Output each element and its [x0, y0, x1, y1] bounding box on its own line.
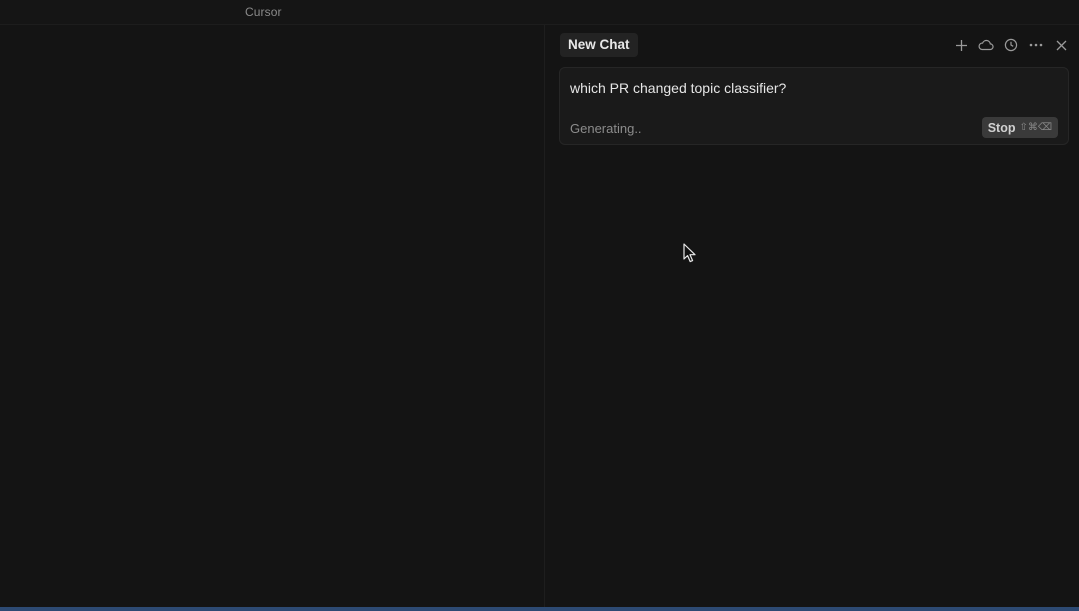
cloud-icon [978, 39, 994, 51]
generating-status: Generating.. [570, 121, 642, 136]
chat-toolbar [946, 35, 1071, 55]
title-bar: Cursor [0, 0, 1079, 25]
close-icon [1056, 40, 1066, 50]
stop-shortcut: ⇧⌘⌫ [1019, 122, 1052, 133]
history-button[interactable] [1001, 35, 1021, 55]
stop-label: Stop [987, 120, 1016, 135]
chat-panel: New Chat which PR changed topic classifi… [545, 25, 1079, 607]
more-button[interactable] [1026, 35, 1046, 55]
editor-area[interactable] [0, 25, 544, 607]
user-query: which PR changed topic classifier? [570, 80, 787, 96]
more-icon [1029, 43, 1043, 47]
chat-message-box: which PR changed topic classifier? Gener… [559, 67, 1069, 145]
cloud-button[interactable] [976, 35, 996, 55]
history-icon [1004, 38, 1018, 52]
tab-new-chat[interactable]: New Chat [560, 33, 638, 57]
new-chat-button[interactable] [951, 35, 971, 55]
stop-button[interactable]: Stop ⇧⌘⌫ [981, 117, 1058, 138]
plus-icon [955, 39, 967, 51]
status-bar [0, 607, 1079, 611]
close-button[interactable] [1051, 35, 1071, 55]
mouse-pointer-icon [683, 243, 696, 263]
window-title: Cursor [245, 5, 282, 19]
